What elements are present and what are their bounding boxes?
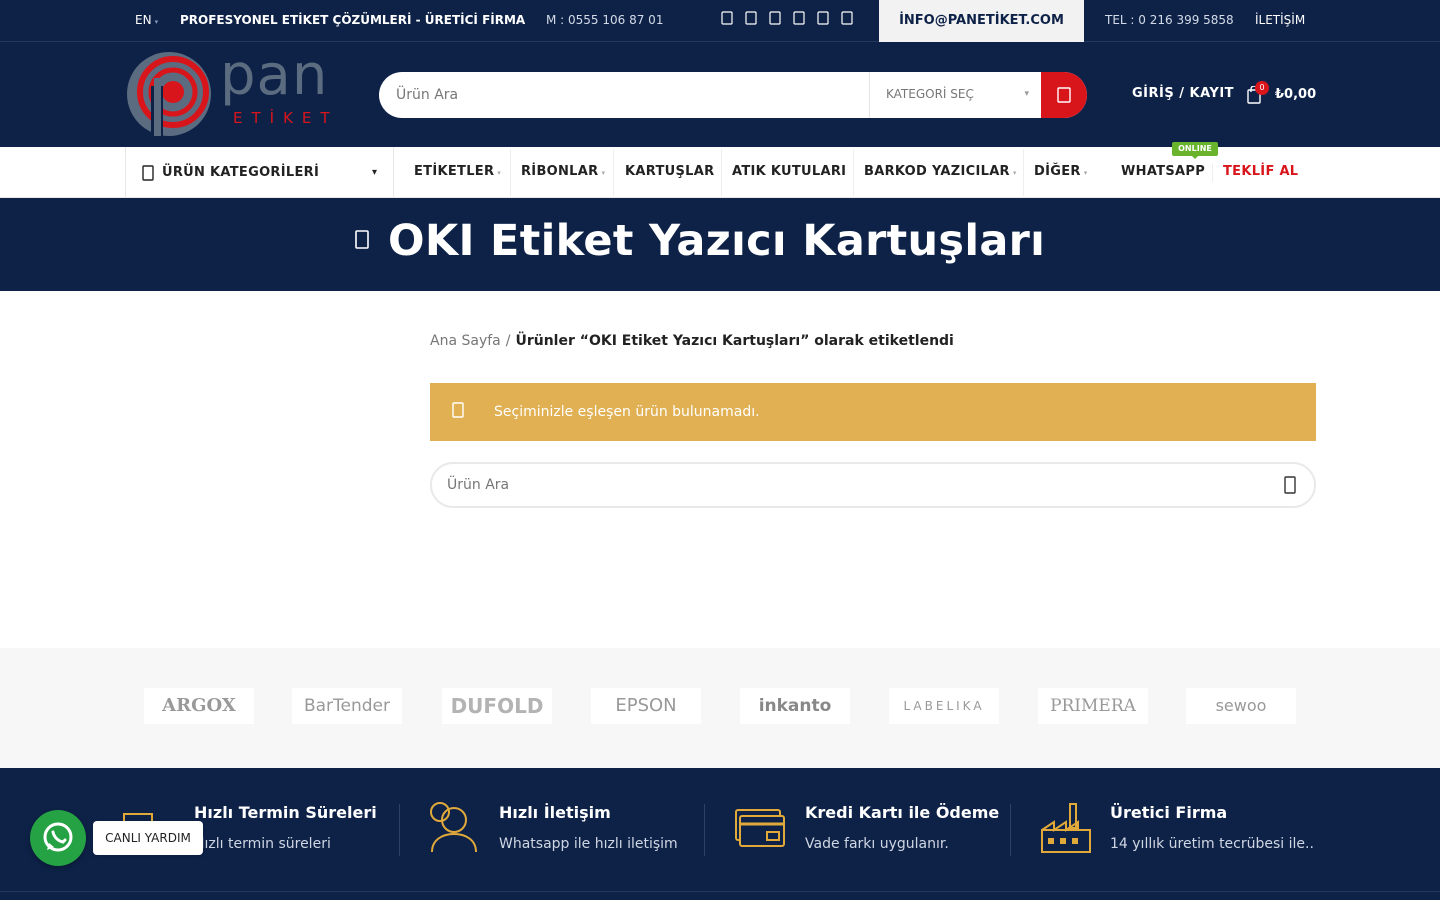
brand-logo-labelika[interactable]: LABELIKA: [889, 688, 999, 724]
feature-subtitle: Vade farkı uygulanır.: [805, 836, 949, 852]
divider: [1010, 804, 1011, 856]
page-title: OKI Etiket Yazıcı Kartuşları: [388, 216, 1046, 266]
login-register-link[interactable]: GİRİŞ / KAYIT: [1132, 86, 1234, 101]
factory-icon: [1040, 800, 1092, 856]
nav-item-label: ETİKETLER: [414, 164, 495, 179]
chevron-down-icon: ▾: [1024, 89, 1029, 99]
search-icon[interactable]: [1284, 476, 1296, 498]
feature-subtitle: Hızlı termin süreleri: [194, 836, 331, 852]
credit-card-icon: [733, 800, 785, 856]
pinterest-icon[interactable]: [839, 11, 855, 29]
brand-logo-inkanto[interactable]: inkanto: [740, 688, 850, 724]
nav-item-label: BARKOD YAZICILAR: [864, 164, 1010, 179]
email-link[interactable]: İNFO@PANETİKET.COM: [879, 0, 1084, 42]
contact-link[interactable]: İLETİŞİM: [1255, 0, 1305, 42]
header-search: Ürün Ara KATEGORİ SEÇ ▾: [379, 72, 1087, 118]
chevron-down-icon: ▾: [1012, 169, 1017, 177]
brand-logo-epson[interactable]: EPSON: [591, 688, 701, 724]
feature-title: Üretici Firma: [1110, 803, 1228, 822]
info-icon: [452, 402, 464, 422]
nav-item-ribonlar[interactable]: RİBONLAR ▾: [521, 147, 605, 198]
instagram-icon[interactable]: [767, 11, 783, 29]
divider: [399, 804, 400, 856]
facebook-icon[interactable]: [719, 11, 735, 29]
online-badge: ONLINE: [1172, 142, 1218, 159]
breadcrumb-home[interactable]: Ana Sayfa: [430, 333, 501, 349]
nav-item-label: KARTUŞLAR: [625, 164, 715, 179]
cart-total[interactable]: ₺0,00: [1275, 87, 1316, 102]
logo-subtext: ETİKET: [233, 109, 339, 127]
search-icon: [1057, 87, 1071, 103]
category-select[interactable]: KATEGORİ SEÇ ▾: [869, 72, 1041, 118]
nav-item-teklif-al[interactable]: TEKLİF AL: [1223, 147, 1298, 198]
linkedin-icon[interactable]: [815, 11, 831, 29]
breadcrumb: Ana Sayfa / Ürünler “OKI Etiket Yazıcı Kar…: [430, 333, 954, 349]
nav-item-label: DİĞER: [1034, 164, 1081, 179]
product-categories-label: ÜRÜN KATEGORİLERİ: [162, 165, 320, 180]
product-search-input[interactable]: Ürün Ara: [447, 464, 509, 506]
nav-item-label: RİBONLAR: [521, 164, 599, 179]
nav-item-etiketler[interactable]: ETİKETLER ▾: [414, 147, 501, 198]
nav-item-label: ATIK KUTULARI: [732, 164, 847, 179]
nav-item-diger[interactable]: DİĞER ▾: [1034, 147, 1088, 198]
footer-features: [0, 768, 1440, 900]
divider: [721, 149, 722, 196]
feature-subtitle: 14 yıllık üretim tecrübesi ile..: [1110, 836, 1314, 852]
chevron-down-icon: ▾: [601, 169, 606, 177]
phone-link[interactable]: TEL : 0 216 399 5858: [1105, 0, 1234, 42]
cart-count-badge: 0: [1255, 81, 1269, 95]
brand-logo-sewoo[interactable]: sewoo: [1186, 688, 1296, 724]
whatsapp-button[interactable]: [30, 810, 86, 866]
tagline: PROFESYONEL ETİKET ÇÖZÜMLERİ - ÜRETİCİ F…: [180, 13, 526, 27]
twitter-icon[interactable]: [743, 11, 759, 29]
divider: [0, 891, 1440, 892]
divider: [853, 149, 854, 196]
brand-logo-primera[interactable]: PRIMERA: [1038, 688, 1148, 724]
search-button[interactable]: [1041, 72, 1087, 118]
product-search-box: Ürün Ara: [430, 462, 1316, 508]
breadcrumb-separator: /: [505, 333, 511, 349]
page-title-banner: OKI Etiket Yazıcı Kartuşları: [0, 198, 1440, 291]
menu-icon: [142, 165, 154, 185]
feature-title: Hızlı İletişim: [499, 803, 611, 822]
divider: [613, 149, 614, 196]
logo-wordmark: pan: [220, 43, 329, 108]
chevron-down-icon: ▾: [497, 169, 502, 177]
nav-item-atik-kutulari[interactable]: ATIK KUTULARI: [732, 147, 846, 198]
chevron-down-icon: ▾: [154, 18, 159, 26]
chevron-down-icon: ▾: [1083, 169, 1088, 177]
mobile-phone[interactable]: M : 0555 106 87 01: [546, 0, 663, 42]
divider: [704, 804, 705, 856]
search-input[interactable]: Ürün Ara: [396, 72, 458, 118]
notice-message: Seçiminizle eşleşen ürün bulunamadı.: [494, 404, 760, 420]
product-categories-button[interactable]: ÜRÜN KATEGORİLERİ ▾: [125, 147, 394, 198]
category-select-label: KATEGORİ SEÇ: [886, 87, 974, 101]
breadcrumb-current: Ürünler “OKI Etiket Yazıcı Kartuşları” o…: [515, 333, 954, 349]
feature-subtitle: Whatsapp ile hızlı iletişim: [499, 836, 678, 852]
brand-logo-dufold[interactable]: DUFOLD: [442, 688, 552, 724]
whatsapp-icon: [43, 822, 73, 852]
nav-item-kartuslar[interactable]: KARTUŞLAR: [625, 147, 714, 198]
divider: [1023, 149, 1024, 196]
feature-title: Hızlı Termin Süreleri: [194, 803, 377, 822]
divider: [510, 149, 511, 196]
brand-logo-bartender[interactable]: BarTender: [292, 688, 402, 724]
nav-item-barkod-yazicilar[interactable]: BARKOD YAZICILAR ▾: [864, 147, 1017, 198]
back-icon[interactable]: [355, 228, 371, 258]
language-label: EN: [135, 13, 152, 27]
brand-logo-argox[interactable]: ARGOX: [144, 688, 254, 724]
live-help-label[interactable]: CANLI YARDIM: [93, 821, 203, 855]
feature-title: Kredi Kartı ile Ödeme: [805, 803, 1000, 822]
support-agent-icon: [428, 800, 480, 856]
no-products-notice: Seçiminizle eşleşen ürün bulunamadı.: [430, 383, 1316, 441]
youtube-icon[interactable]: [791, 11, 807, 29]
divider: [1212, 164, 1213, 182]
chevron-down-icon: ▾: [371, 167, 377, 178]
language-switcher[interactable]: EN ▾: [135, 0, 158, 42]
